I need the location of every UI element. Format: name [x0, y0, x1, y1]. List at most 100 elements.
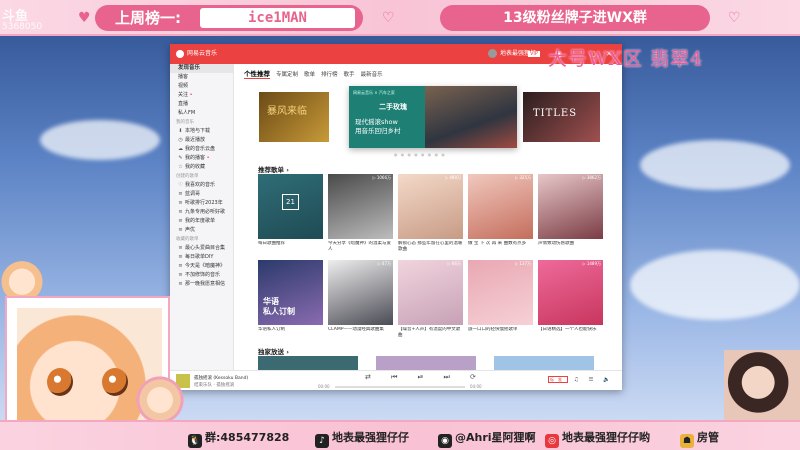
sidebar-item[interactable]: ≡ 那一晚我愿意相信	[170, 280, 233, 289]
bottom-contact-label: 地表最强狸仔仔哟	[562, 431, 650, 444]
tab-5[interactable]: 歌手	[344, 70, 355, 78]
sidebar-item-icon: ✎	[178, 155, 183, 161]
sidebar-item[interactable]: ⬇ 本地与下载	[170, 127, 233, 136]
sidebar-item[interactable]: ♡ 我喜欢的音乐	[170, 181, 233, 190]
player-extra-icons[interactable]: ♫ ☰ 🔈	[574, 377, 614, 383]
playback-controls[interactable]: ⇄ ⏮ ⏯ ⏭ ⟳	[365, 373, 485, 382]
playlist-cover[interactable]: ▷ 489万	[398, 174, 463, 239]
banner-left[interactable]: 暴风来临	[259, 92, 329, 142]
sidebar-item-label: 不加修饰的音乐	[185, 272, 221, 278]
sidebar-item-label: 发现音乐	[178, 65, 201, 71]
playlist-card[interactable]: ▷ 137万旅一口口的轻快慢摇歌单	[468, 260, 533, 339]
tab-3[interactable]: 歌单	[304, 70, 315, 78]
playlist-title[interactable]: 声情致动伤感歌曲	[538, 241, 603, 253]
playlist-title[interactable]: 华语私人订制	[258, 327, 323, 339]
playlist-title[interactable]: 解锁心态 那些年留在心里的温暖歌曲	[398, 241, 463, 253]
quality-badge[interactable]: 标准	[548, 376, 569, 383]
playlist-cover[interactable]: ▷ 137万	[468, 260, 533, 325]
background-cloud	[40, 120, 160, 160]
sidebar-item[interactable]: 播客	[170, 73, 233, 82]
sidebar-item[interactable]: 视频	[170, 82, 233, 91]
playlist-cover[interactable]: 华语 私人订制	[258, 260, 323, 325]
playlist-cover[interactable]: ▷ 1489万	[538, 260, 603, 325]
playlist-cover[interactable]: ▷ 66万	[398, 260, 463, 325]
tab-2[interactable]: 专属定制	[276, 70, 298, 78]
playlist-title[interactable]: 旅一口口的轻快慢摇歌单	[468, 327, 533, 339]
playlist-title[interactable]: 今天分享《暗魔神》的温柔与爱人	[328, 241, 393, 253]
sidebar-item[interactable]: ◷ 最近播放	[170, 136, 233, 145]
sidebar-item[interactable]: ≡ 今天是《暗魔神》	[170, 262, 233, 271]
sidebar-item[interactable]: ≡ 不加修饰的音乐	[170, 271, 233, 280]
sidebar-item[interactable]: ≡ 我的年度歌单	[170, 217, 233, 226]
sidebar-item-icon: ≡	[178, 191, 183, 197]
sidebar-item-label: 最心头爱曲目合集	[185, 245, 226, 251]
exclusive-card[interactable]	[376, 356, 476, 370]
sidebar-item[interactable]: 直播	[170, 100, 233, 109]
playlist-title[interactable]: 【噪音+人声】有温度的中文歌曲	[398, 327, 463, 339]
playlist-cover[interactable]: 21	[258, 174, 323, 239]
sidebar-item-icon: ≡	[178, 200, 183, 206]
sidebar-item-label: 声优	[185, 227, 196, 233]
sidebar-item-label: 那一晚我愿意相信	[185, 281, 226, 287]
sidebar-item[interactable]: 私人FM	[170, 109, 233, 118]
sidebar-item-icon: ⬇	[178, 128, 183, 134]
exclusive-card[interactable]	[494, 356, 594, 370]
playlist-title[interactable]: CLAMP——动漫经典歌曲集	[328, 327, 393, 339]
sidebar-item[interactable]: ≡ 每日歌单DIY	[170, 253, 233, 262]
playlist-card[interactable]: 21 每日歌曲推荐	[258, 174, 323, 253]
now-playing-title[interactable]: 孤独摇滚 (Kessoku Band)	[194, 375, 248, 381]
exclusive-card[interactable]	[258, 356, 358, 370]
progress-bar[interactable]	[335, 386, 465, 388]
sidebar-item[interactable]: ≡ 蓝调哥	[170, 190, 233, 199]
sidebar-item[interactable]: 关注 •	[170, 91, 233, 100]
user-avatar[interactable]	[488, 49, 497, 58]
playlist-card[interactable]: ▷ 325万做 宝 下 次 再 来 曲数有点多	[468, 174, 533, 253]
playlist-card[interactable]: ▷ 47万 CLAMP——动漫经典歌曲集	[328, 260, 393, 339]
anime-eye	[102, 368, 128, 396]
sidebar-item[interactable]: ☁ 我的音乐云盘	[170, 145, 233, 154]
playlist-card[interactable]: ▷ 489万解锁心态 那些年留在心里的温暖歌曲	[398, 174, 463, 253]
tab-4[interactable]: 排行榜	[321, 70, 338, 78]
banner-sponsor: 网易云音乐 × 汽车之家	[353, 90, 395, 95]
playlist-title[interactable]: 每日歌曲推荐	[258, 241, 323, 253]
tab-1[interactable]: 个性推荐	[244, 68, 270, 79]
vip-badge[interactable]: VIP	[528, 51, 540, 57]
play-count: ▷ 137万	[515, 261, 531, 266]
sidebar-item[interactable]: ☆ 我的收藏	[170, 163, 233, 172]
sidebar-item[interactable]: ≡ 声优	[170, 226, 233, 235]
now-playing-artist[interactable]: 结束乐队 · 孤独摇滚	[194, 382, 234, 388]
playlist-cover[interactable]: ▷ 3862万	[538, 174, 603, 239]
banner-right[interactable]: TITLES	[523, 92, 600, 142]
sidebar-item[interactable]: ≡ 听歌排行2023年	[170, 199, 233, 208]
playlist-card[interactable]: ▷ 1066万今天分享《暗魔神》的温柔与爱人	[328, 174, 393, 253]
sidebar-item[interactable]: ≡ 九条专用必听好歌	[170, 208, 233, 217]
playlist-card[interactable]: ▷ 66万【噪音+人声】有温度的中文歌曲	[398, 260, 463, 339]
streamer-webcam	[724, 350, 800, 422]
play-count: ▷ 1066万	[372, 175, 391, 180]
carousel-dots[interactable]: ● ● ● ● ● ● ● ●	[394, 152, 446, 157]
playlist-card[interactable]: ▷ 3862万声情致动伤感歌曲	[538, 174, 603, 253]
recommended-playlists-title[interactable]: 推荐歌单 ›	[258, 164, 289, 174]
playlist-card[interactable]: 华语 私人订制 华语私人订制	[258, 260, 323, 339]
playlist-title[interactable]: 做 宝 下 次 再 来 曲数有点多	[468, 241, 533, 253]
banner-carousel[interactable]: 暴风来临 TITLES 网易云音乐 × 汽车之家 二手玫瑰 现代摇滚show 用…	[254, 86, 604, 148]
heart-icon: ♡	[382, 10, 395, 26]
stream-top-banner: 斗鱼 5368050 ♥ 上周榜一: ice1MAN ♡ 13级粉丝牌子进WX群…	[0, 0, 800, 36]
playlist-card[interactable]: ▷ 1489万【日语精选】一个人也能快乐	[538, 260, 603, 339]
sidebar: 发现音乐 播客 视频 关注 • 直播 私人FM 我的音乐 ⬇ 本地与下载 ◷ 最近播放 ☁ 我的音乐云盘…	[170, 64, 234, 370]
playlist-title[interactable]: 【日语精选】一个人也能快乐	[538, 327, 603, 339]
sidebar-item[interactable]: ≡ 最心头爱曲目合集	[170, 244, 233, 253]
exclusive-title[interactable]: 独家放送 ›	[258, 346, 289, 356]
playlist-cover[interactable]: ▷ 47万	[328, 260, 393, 325]
sidebar-item-label: 私人FM	[178, 110, 196, 116]
bottom-contact-item: ◉ @Ahri星阿狸啊	[438, 429, 536, 448]
playlist-cover[interactable]: ▷ 325万	[468, 174, 533, 239]
play-count: ▷ 66万	[447, 261, 461, 266]
banner-center[interactable]: 网易云音乐 × 汽车之家 二手玫瑰 现代摇滚show 用音乐回归乡村	[349, 86, 517, 148]
rank-fan-name: ice1MAN	[200, 8, 355, 28]
playlist-cover[interactable]: ▷ 1066万	[328, 174, 393, 239]
heart-icon: ♡	[728, 10, 741, 26]
sidebar-item[interactable]: ✎ 我的播客 •	[170, 154, 233, 163]
tab-6[interactable]: 最新音乐	[361, 70, 383, 78]
sidebar-item[interactable]: 发现音乐	[170, 64, 233, 73]
